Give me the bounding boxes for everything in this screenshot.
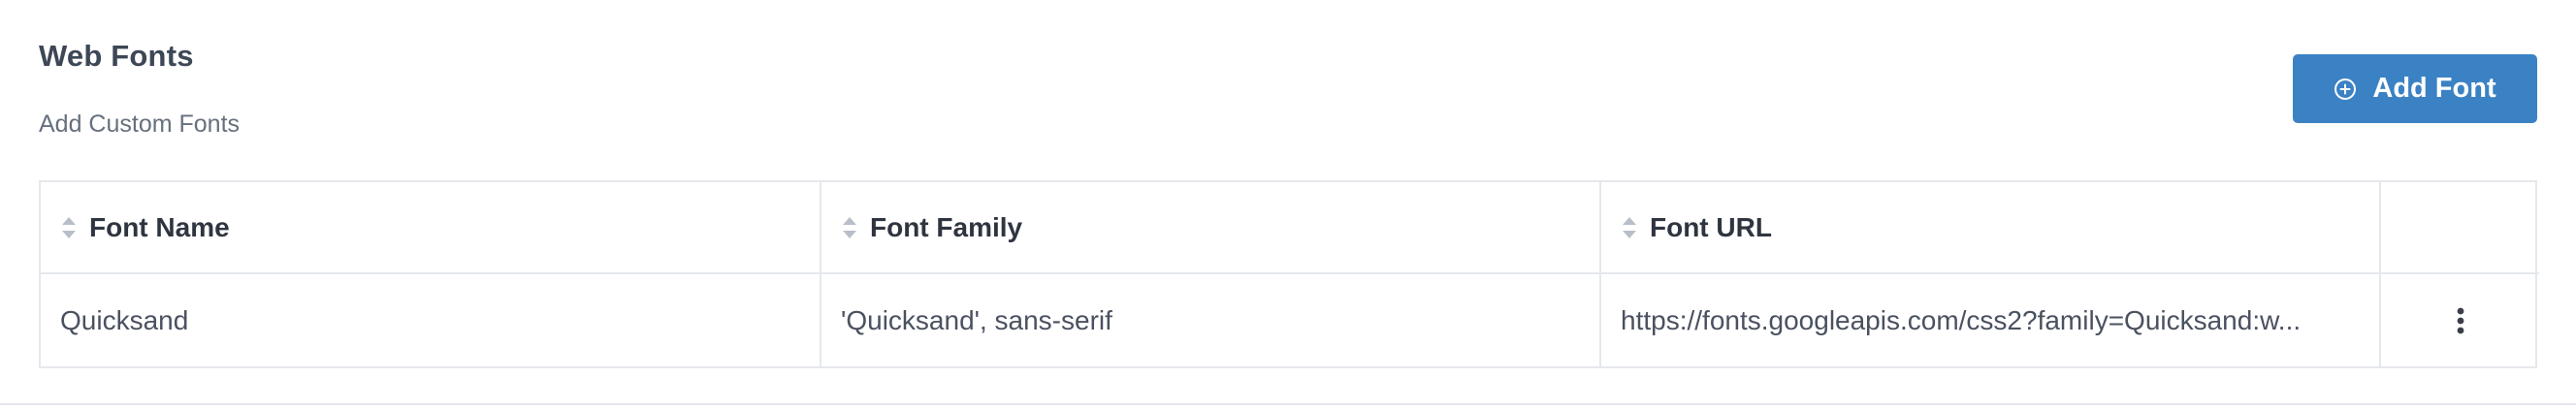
column-label: Font URL bbox=[1650, 211, 1772, 242]
font-family-cell: 'Quicksand', sans-serif bbox=[821, 273, 1601, 366]
sort-icon[interactable] bbox=[841, 215, 858, 240]
fonts-table: Font Name Font Family Font URL Quicksand… bbox=[39, 180, 2539, 368]
font-url-cell: https://fonts.googleapis.com/css2?family… bbox=[1600, 273, 2381, 366]
kebab-menu-icon[interactable] bbox=[2400, 274, 2520, 366]
table-header-row: Font Name Font Family Font URL bbox=[41, 182, 2539, 273]
add-font-button-label: Add Font bbox=[2372, 73, 2496, 104]
sort-icon[interactable] bbox=[60, 215, 78, 240]
row-actions-cell bbox=[2380, 273, 2539, 366]
plus-circle-icon bbox=[2334, 78, 2357, 101]
page-subtitle: Add Custom Fonts bbox=[39, 110, 241, 138]
column-header-font-url[interactable]: Font URL bbox=[1600, 182, 2381, 273]
add-font-button[interactable]: Add Font bbox=[2293, 54, 2537, 123]
column-header-actions bbox=[2380, 182, 2539, 273]
font-name-cell: Quicksand bbox=[41, 273, 821, 366]
column-label: Font Family bbox=[870, 211, 1023, 242]
column-header-font-name[interactable]: Font Name bbox=[41, 182, 821, 273]
web-fonts-panel: Web Fonts Add Custom Fonts Add Font Font… bbox=[0, 0, 2576, 405]
table-row[interactable]: Quicksand 'Quicksand', sans-serif https:… bbox=[41, 273, 2539, 366]
sort-icon[interactable] bbox=[1621, 215, 1638, 240]
page-title: Web Fonts bbox=[39, 39, 194, 73]
column-header-font-family[interactable]: Font Family bbox=[821, 182, 1601, 273]
column-label: Font Name bbox=[89, 211, 230, 242]
